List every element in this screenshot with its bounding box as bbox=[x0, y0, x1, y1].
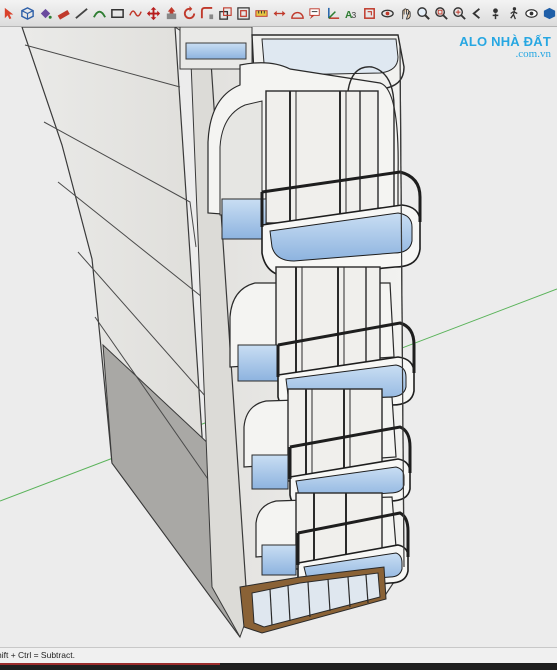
watermark-brand: ALO NHÀ ĐẤT bbox=[459, 34, 551, 49]
zoom-window-icon bbox=[434, 6, 448, 20]
tape-measure-icon bbox=[254, 9, 268, 17]
move-tool-tool-button[interactable] bbox=[145, 5, 161, 21]
watermark-domain: .com.vn bbox=[515, 48, 551, 60]
previous-view-icon bbox=[471, 7, 480, 19]
dimension-tool-button[interactable] bbox=[271, 5, 287, 21]
position-camera-tool-button[interactable] bbox=[487, 5, 503, 21]
3d-text-tool-button[interactable]: A3 bbox=[343, 5, 359, 21]
text-tool-tool-button[interactable] bbox=[307, 5, 323, 21]
svg-text:3: 3 bbox=[351, 10, 356, 20]
pan-tool-button[interactable] bbox=[397, 5, 413, 21]
previous-view-tool-button[interactable] bbox=[469, 5, 485, 21]
rectangle-tool-icon bbox=[110, 8, 124, 18]
look-around-icon bbox=[524, 8, 538, 18]
solid-tools-tool-button[interactable] bbox=[541, 5, 557, 21]
scale-tool-tool-button[interactable] bbox=[217, 5, 233, 21]
rotate-tool-tool-button[interactable] bbox=[181, 5, 197, 21]
protractor-icon bbox=[290, 11, 304, 19]
model-viewport[interactable]: ALO NHÀ ĐẤT .com.vn bbox=[0, 27, 557, 647]
make-component-icon bbox=[20, 6, 34, 20]
walk-tool-button[interactable] bbox=[505, 5, 521, 21]
select-arrow-icon bbox=[4, 7, 13, 19]
zoom-extents-icon bbox=[452, 6, 466, 20]
protractor-tool-button[interactable] bbox=[289, 5, 305, 21]
walk-icon bbox=[509, 6, 518, 19]
line-tool-tool-button[interactable] bbox=[73, 5, 89, 21]
move-tool-icon bbox=[146, 6, 160, 20]
zoom-icon bbox=[416, 6, 430, 20]
follow-me-icon bbox=[200, 6, 213, 19]
offset-tool-icon bbox=[236, 6, 250, 20]
section-plane-icon bbox=[363, 7, 375, 19]
zoom-extents-tool-button[interactable] bbox=[451, 5, 467, 21]
solid-tools-icon bbox=[543, 7, 555, 19]
axes-tool-tool-button[interactable] bbox=[325, 5, 341, 21]
taskbar-accent bbox=[0, 663, 220, 665]
follow-me-tool-button[interactable] bbox=[199, 5, 215, 21]
position-camera-icon bbox=[492, 7, 498, 19]
tape-measure-tool-button[interactable] bbox=[253, 5, 269, 21]
freehand-tool-button[interactable] bbox=[127, 5, 143, 21]
make-component-tool-button[interactable] bbox=[19, 5, 35, 21]
section-plane-tool-button[interactable] bbox=[361, 5, 377, 21]
eraser-tool-button[interactable] bbox=[55, 5, 71, 21]
axes-tool-icon bbox=[327, 7, 339, 19]
paint-bucket-icon bbox=[40, 8, 52, 19]
zoom-window-tool-button[interactable] bbox=[433, 5, 449, 21]
orbit-icon bbox=[380, 9, 394, 17]
freehand-icon bbox=[128, 9, 142, 17]
push-pull-icon bbox=[166, 6, 176, 19]
rotate-tool-icon bbox=[183, 5, 195, 19]
orbit-tool-button[interactable] bbox=[379, 5, 395, 21]
building-model[interactable] bbox=[0, 27, 557, 647]
pan-icon bbox=[401, 7, 411, 20]
watermark: ALO NHÀ ĐẤT .com.vn bbox=[459, 35, 551, 60]
3d-text-icon: A3 bbox=[344, 10, 356, 21]
rectangle-tool-tool-button[interactable] bbox=[109, 5, 125, 21]
arc-tool-icon bbox=[92, 10, 106, 18]
look-around-tool-button[interactable] bbox=[523, 5, 539, 21]
offset-tool-tool-button[interactable] bbox=[235, 5, 251, 21]
text-tool-icon bbox=[308, 7, 320, 19]
status-bar: hift + Ctrl = Subtract. bbox=[0, 647, 557, 663]
status-hint-text: hift + Ctrl = Subtract. bbox=[0, 650, 75, 660]
dimension-icon bbox=[273, 10, 285, 16]
toolbar: A3 bbox=[0, 0, 557, 27]
line-tool-icon bbox=[74, 7, 88, 19]
zoom-tool-button[interactable] bbox=[415, 5, 431, 21]
roof-glass bbox=[185, 42, 247, 60]
scale-tool-icon bbox=[218, 6, 232, 20]
eraser-icon bbox=[57, 9, 70, 20]
push-pull-tool-button[interactable] bbox=[163, 5, 179, 21]
select-arrow-tool-button[interactable] bbox=[1, 5, 17, 21]
paint-bucket-tool-button[interactable] bbox=[37, 5, 53, 21]
arc-tool-tool-button[interactable] bbox=[91, 5, 107, 21]
